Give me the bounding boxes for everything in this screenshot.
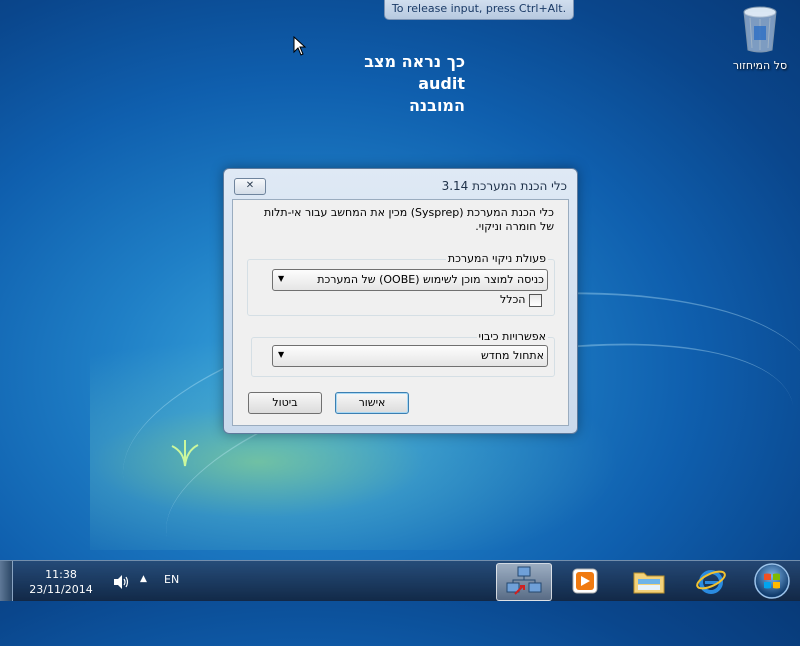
taskbar-item-sysprep[interactable] — [496, 563, 552, 601]
shutdown-options-value: אתחול מחדש — [481, 349, 544, 362]
shutdown-options-group: אפשרויות כיבוי אתחול מחדש ▼ — [251, 330, 555, 377]
language-indicator[interactable]: EN — [164, 573, 179, 586]
chevron-down-icon: ▼ — [278, 350, 285, 359]
desktop-icon-recycle-bin[interactable]: סל המיחזור — [722, 4, 798, 72]
ok-button[interactable]: אישור — [335, 392, 409, 414]
taskbar-item-media-player[interactable] — [558, 563, 612, 599]
sysprep-dialog: כלי הכנת המערכת 3.14 ✕ כלי הכנת המערכת (… — [223, 168, 578, 434]
network-sysprep-icon — [506, 566, 542, 595]
generalize-checkbox[interactable] — [529, 293, 542, 307]
tray-overflow-chevron-icon[interactable]: ▲ — [140, 574, 147, 584]
file-explorer-icon — [633, 572, 665, 594]
chevron-down-icon: ▼ — [278, 274, 285, 283]
desktop-icon-label: סל המיחזור — [732, 59, 788, 72]
dialog-title: כלי הכנת המערכת 3.14 — [441, 179, 567, 193]
clock-date: 23/11/2014 — [29, 583, 93, 596]
volume-icon[interactable] — [112, 574, 130, 590]
tray-clock[interactable]: 11:38 23/11/2014 — [18, 567, 104, 597]
dialog-description: כלי הכנת המערכת (Sysprep) מכין את המחשב … — [263, 206, 554, 233]
cleanup-action-dropdown[interactable]: כניסה למוצר מוכן לשימוש (OOBE) של המערכת… — [272, 269, 548, 291]
clock-time: 11:38 — [45, 568, 77, 581]
generalize-label: הכלל — [499, 293, 526, 306]
shutdown-options-dropdown[interactable]: אתחול מחדש ▼ — [272, 345, 548, 367]
desktop-caption: כך נראה מצב audit המובנה — [320, 51, 465, 117]
taskbar-item-file-explorer[interactable] — [622, 563, 676, 599]
show-desktop-button[interactable] — [0, 561, 13, 601]
taskbar: 11:38 23/11/2014 ▲ EN — [0, 560, 800, 601]
mouse-cursor-icon — [293, 36, 307, 56]
dialog-client-area: כלי הכנת המערכת (Sysprep) מכין את המחשב … — [232, 199, 569, 426]
media-player-icon — [572, 568, 598, 594]
generalize-checkbox-row[interactable]: הכלל — [500, 293, 542, 307]
taskbar-item-internet-explorer[interactable] — [684, 563, 738, 599]
start-button[interactable] — [752, 562, 792, 600]
cleanup-action-value: כניסה למוצר מוכן לשימוש (OOBE) של המערכת — [317, 273, 544, 286]
internet-explorer-icon — [696, 570, 726, 594]
shutdown-options-label: אפשרויות כיבוי — [476, 330, 548, 343]
desktop-caption-line: המובנה — [408, 96, 465, 115]
desktop-caption-line: audit — [418, 74, 465, 93]
wallpaper-sprout-icon — [171, 440, 199, 467]
cleanup-action-group: פעולת ניקוי המערכת כניסה למוצר מוכן לשימ… — [247, 252, 555, 316]
cleanup-action-label: פעולת ניקוי המערכת — [445, 252, 548, 265]
input-release-notice: To release input, press Ctrl+Alt. — [384, 0, 574, 20]
recycle-bin-icon — [743, 6, 777, 53]
desktop-caption-line: כך נראה מצב — [364, 52, 465, 71]
cancel-button[interactable]: ביטול — [248, 392, 322, 414]
dialog-titlebar[interactable]: כלי הכנת המערכת 3.14 ✕ — [224, 169, 577, 201]
close-button[interactable]: ✕ — [234, 178, 266, 195]
